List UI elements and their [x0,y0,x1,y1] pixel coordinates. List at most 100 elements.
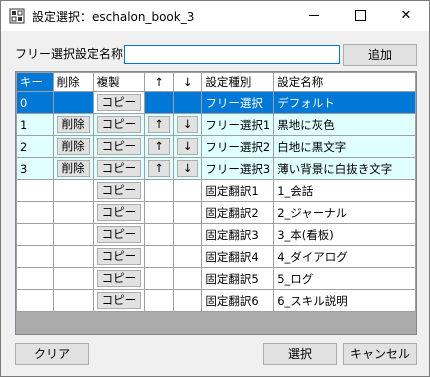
cell-down[interactable]: ↓ [172,157,203,180]
copy-row-button[interactable]: コピー [96,182,142,199]
settings-grid[interactable]: キー 削除 複製 ↑ ↓ 設定種別 設定名称 0 コピー フリー選択 デフォルト 1 削除… [15,71,417,335]
maximize-button[interactable] [337,1,383,31]
cell-copy[interactable]: コピー [92,157,146,180]
cell-up[interactable] [144,201,174,224]
cell-down[interactable] [172,223,203,246]
cell-key[interactable] [16,245,54,268]
cell-up[interactable] [144,91,174,114]
cell-up[interactable] [144,267,174,290]
table-row[interactable]: 0 コピー フリー選択 デフォルト [16,91,416,114]
close-button[interactable]: ✕ [383,1,429,31]
select-button[interactable]: 選択 [263,343,337,365]
cell-name[interactable]: 4_ダイアログ [273,245,416,268]
cell-copy[interactable]: コピー [92,267,146,290]
cell-name[interactable]: 2_ジャーナル [273,201,416,224]
cell-up[interactable]: ↑ [144,157,174,180]
cell-delete[interactable]: 削除 [52,135,94,158]
down-row-button[interactable]: ↓ [176,160,199,177]
cell-key[interactable]: 1 [16,113,54,136]
title-bar[interactable]: 設定選択：eschalon_book_3 ✕ [1,1,429,31]
cell-down[interactable] [172,267,203,290]
cell-type[interactable]: フリー選択 [201,91,275,114]
cell-key[interactable]: 0 [16,91,54,114]
cell-name[interactable]: 白地に黒文字 [273,135,416,158]
cell-delete[interactable] [52,267,94,290]
copy-row-button[interactable]: コピー [96,160,142,177]
copy-row-button[interactable]: コピー [96,292,142,309]
table-row[interactable]: コピー 固定翻訳3 3_本(看板) [16,223,416,246]
header-type[interactable]: 設定種別 [201,72,275,92]
up-row-button[interactable]: ↑ [148,116,170,133]
cell-delete[interactable] [52,289,94,312]
free-setting-name-input[interactable] [124,45,340,64]
down-row-button[interactable]: ↓ [176,116,199,133]
cell-up[interactable]: ↑ [144,113,174,136]
table-row[interactable]: コピー 固定翻訳5 5_ログ [16,267,416,290]
minimize-button[interactable] [291,1,337,31]
cell-key[interactable] [16,289,54,312]
delete-row-button[interactable]: 削除 [56,160,90,177]
cell-copy[interactable]: コピー [92,223,146,246]
copy-row-button[interactable]: コピー [96,248,142,265]
copy-row-button[interactable]: コピー [96,94,142,111]
cell-down[interactable] [172,201,203,224]
cell-up[interactable] [144,223,174,246]
cell-key[interactable] [16,267,54,290]
table-row[interactable]: 2 削除 コピー ↑ ↓ フリー選択2 白地に黒文字 [16,135,416,158]
table-row[interactable]: 3 削除 コピー ↑ ↓ フリー選択3 薄い背景に白抜き文字 [16,157,416,180]
down-row-button[interactable]: ↓ [176,138,199,155]
copy-row-button[interactable]: コピー [96,270,142,287]
cell-down[interactable] [172,245,203,268]
add-button[interactable]: 追加 [343,44,417,66]
cell-type[interactable]: 固定翻訳5 [201,267,275,290]
clear-button[interactable]: クリア [15,343,89,365]
table-row[interactable]: コピー 固定翻訳4 4_ダイアログ [16,245,416,268]
cell-delete[interactable] [52,245,94,268]
cell-key[interactable] [16,223,54,246]
cell-delete[interactable]: 削除 [52,113,94,136]
cell-up[interactable] [144,289,174,312]
cell-name[interactable]: 薄い背景に白抜き文字 [273,157,416,180]
delete-row-button[interactable]: 削除 [56,138,90,155]
cell-copy[interactable]: コピー [92,135,146,158]
table-row[interactable]: 1 削除 コピー ↑ ↓ フリー選択1 黒地に灰色 [16,113,416,136]
cell-down[interactable] [172,289,203,312]
cell-copy[interactable]: コピー [92,179,146,202]
cell-copy[interactable]: コピー [92,245,146,268]
cell-type[interactable]: 固定翻訳3 [201,223,275,246]
cell-key[interactable] [16,201,54,224]
table-row[interactable]: コピー 固定翻訳6 6_スキル説明 [16,289,416,312]
delete-row-button[interactable]: 削除 [56,116,90,133]
cell-up[interactable] [144,245,174,268]
cell-delete[interactable] [52,201,94,224]
header-delete[interactable]: 削除 [52,72,94,92]
cell-delete[interactable] [52,91,94,114]
cell-copy[interactable]: コピー [92,91,146,114]
table-row[interactable]: コピー 固定翻訳2 2_ジャーナル [16,201,416,224]
cell-down[interactable]: ↓ [172,135,203,158]
copy-row-button[interactable]: コピー [96,138,142,155]
cell-name[interactable]: デフォルト [273,91,416,114]
cell-name[interactable]: 5_ログ [273,267,416,290]
header-down[interactable]: ↓ [172,72,203,92]
header-key[interactable]: キー [16,72,54,92]
cell-name[interactable]: 1_会話 [273,179,416,202]
cancel-button[interactable]: キャンセル [343,343,417,365]
cell-down[interactable]: ↓ [172,113,203,136]
cell-type[interactable]: フリー選択1 [201,113,275,136]
header-copy[interactable]: 複製 [92,72,146,92]
cell-type[interactable]: フリー選択2 [201,135,275,158]
cell-key[interactable] [16,179,54,202]
cell-type[interactable]: 固定翻訳2 [201,201,275,224]
cell-type[interactable]: 固定翻訳4 [201,245,275,268]
cell-up[interactable]: ↑ [144,135,174,158]
cell-delete[interactable] [52,223,94,246]
header-name[interactable]: 設定名称 [273,72,416,92]
copy-row-button[interactable]: コピー [96,204,142,221]
cell-name[interactable]: 6_スキル説明 [273,289,416,312]
cell-down[interactable] [172,91,203,114]
cell-delete[interactable]: 削除 [52,157,94,180]
copy-row-button[interactable]: コピー [96,226,142,243]
header-up[interactable]: ↑ [144,72,174,92]
copy-row-button[interactable]: コピー [96,116,142,133]
